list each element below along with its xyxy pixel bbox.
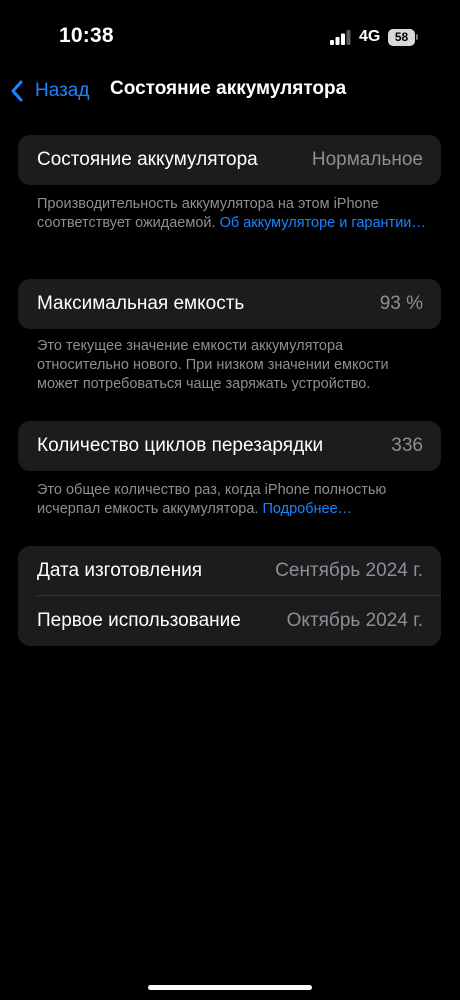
manufacture-date-value: Сентябрь 2024 г.	[275, 560, 423, 581]
page-title: Состояние аккумулятора	[110, 78, 347, 99]
battery-health-footnote: Производительность аккумулятора на этом …	[37, 195, 427, 233]
cycle-count-group: Количество циклов перезарядки 336	[18, 421, 441, 471]
max-capacity-label: Максимальная емкость	[37, 293, 245, 314]
learn-more-link[interactable]: Подробнее…	[262, 501, 352, 517]
back-label: Назад	[35, 80, 90, 101]
battery-health-row: Состояние аккумулятора Нормальное	[18, 135, 441, 185]
battery-cap	[416, 34, 418, 40]
back-button[interactable]: Назад	[9, 76, 89, 106]
cycle-count-value: 336	[391, 435, 423, 456]
first-use-row: Первое использование Октябрь 2024 г.	[18, 596, 441, 646]
about-battery-warranty-link[interactable]: Об аккумуляторе и гарантии…	[220, 215, 426, 231]
home-indicator[interactable]	[148, 985, 312, 990]
cycle-count-row: Количество циклов перезарядки 336	[18, 421, 441, 471]
battery-icon: 58	[388, 29, 418, 46]
cycle-count-label: Количество циклов перезарядки	[37, 435, 324, 456]
manufacture-date-label: Дата изготовления	[37, 560, 203, 581]
status-time: 10:38	[59, 24, 114, 47]
cycle-count-footnote: Это общее количество раз, когда iPhone п…	[37, 481, 427, 519]
battery-health-group: Состояние аккумулятора Нормальное	[18, 135, 441, 185]
battery-health-value: Нормальное	[311, 149, 423, 170]
dates-group: Дата изготовления Сентябрь 2024 г. Перво…	[18, 546, 441, 646]
status-bar: 10:38 4G 58	[0, 0, 460, 70]
manufacture-date-row: Дата изготовления Сентябрь 2024 г.	[18, 546, 441, 596]
max-capacity-row: Максимальная емкость 93 %	[18, 279, 441, 329]
first-use-label: Первое использование	[37, 610, 241, 631]
chevron-left-icon	[11, 80, 23, 102]
max-capacity-value: 93 %	[379, 293, 423, 314]
first-use-value: Октябрь 2024 г.	[286, 610, 423, 631]
max-capacity-footnote: Это текущее значение емкости аккумулятор…	[37, 338, 389, 392]
battery-percentage: 58	[388, 29, 415, 46]
max-capacity-group: Максимальная емкость 93 %	[18, 279, 441, 329]
battery-health-label: Состояние аккумулятора	[37, 149, 258, 170]
cellular-signal-icon	[330, 30, 351, 45]
network-type-label: 4G	[359, 28, 381, 45]
